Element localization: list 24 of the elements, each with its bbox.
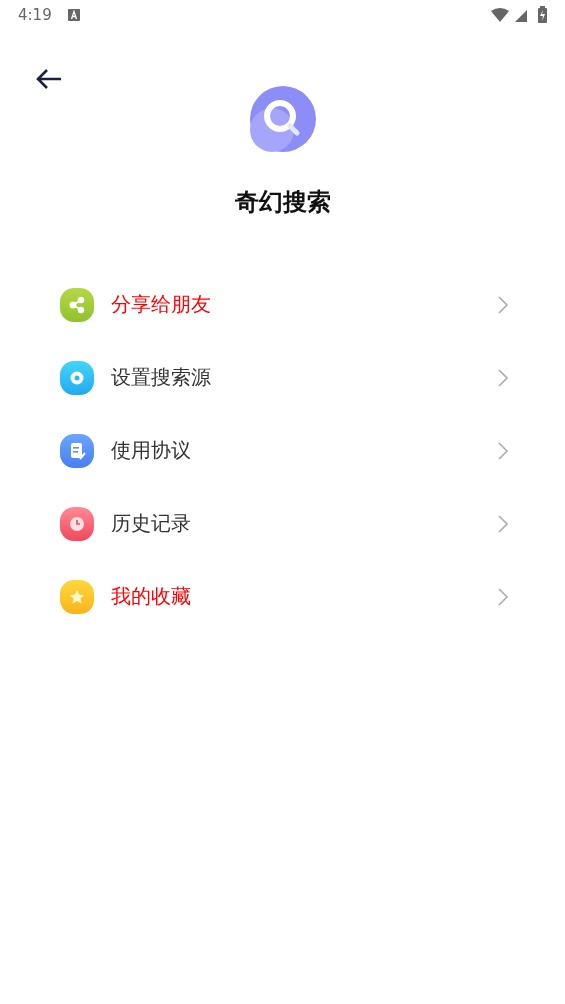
chevron-right-icon (497, 586, 509, 607)
chevron-right-icon (497, 513, 509, 534)
clock-icon (60, 506, 94, 541)
menu-label: 历史记录 (111, 510, 192, 537)
menu-item[interactable]: 分享给朋友 (60, 268, 509, 341)
status-icons (491, 6, 549, 24)
share-icon (60, 287, 94, 322)
app-logo (249, 86, 316, 152)
status-time: 4:19 (18, 6, 52, 24)
settings-icon (60, 360, 94, 395)
app-title: 奇幻搜索 (234, 187, 331, 218)
document-icon (60, 433, 94, 468)
keyboard-icon (67, 9, 80, 21)
chevron-right-icon (497, 440, 509, 461)
menu-label: 分享给朋友 (111, 291, 212, 318)
menu-item[interactable]: 使用协议 (60, 414, 509, 487)
menu-item[interactable]: 设置搜索源 (60, 341, 509, 414)
chevron-right-icon (497, 294, 509, 315)
menu-label: 设置搜索源 (111, 364, 212, 391)
chevron-right-icon (497, 367, 509, 388)
menu-label: 使用协议 (111, 437, 192, 464)
menu-label: 我的收藏 (111, 583, 192, 610)
menu-item[interactable]: 我的收藏 (60, 560, 509, 633)
menu-item[interactable]: 历史记录 (60, 487, 509, 560)
